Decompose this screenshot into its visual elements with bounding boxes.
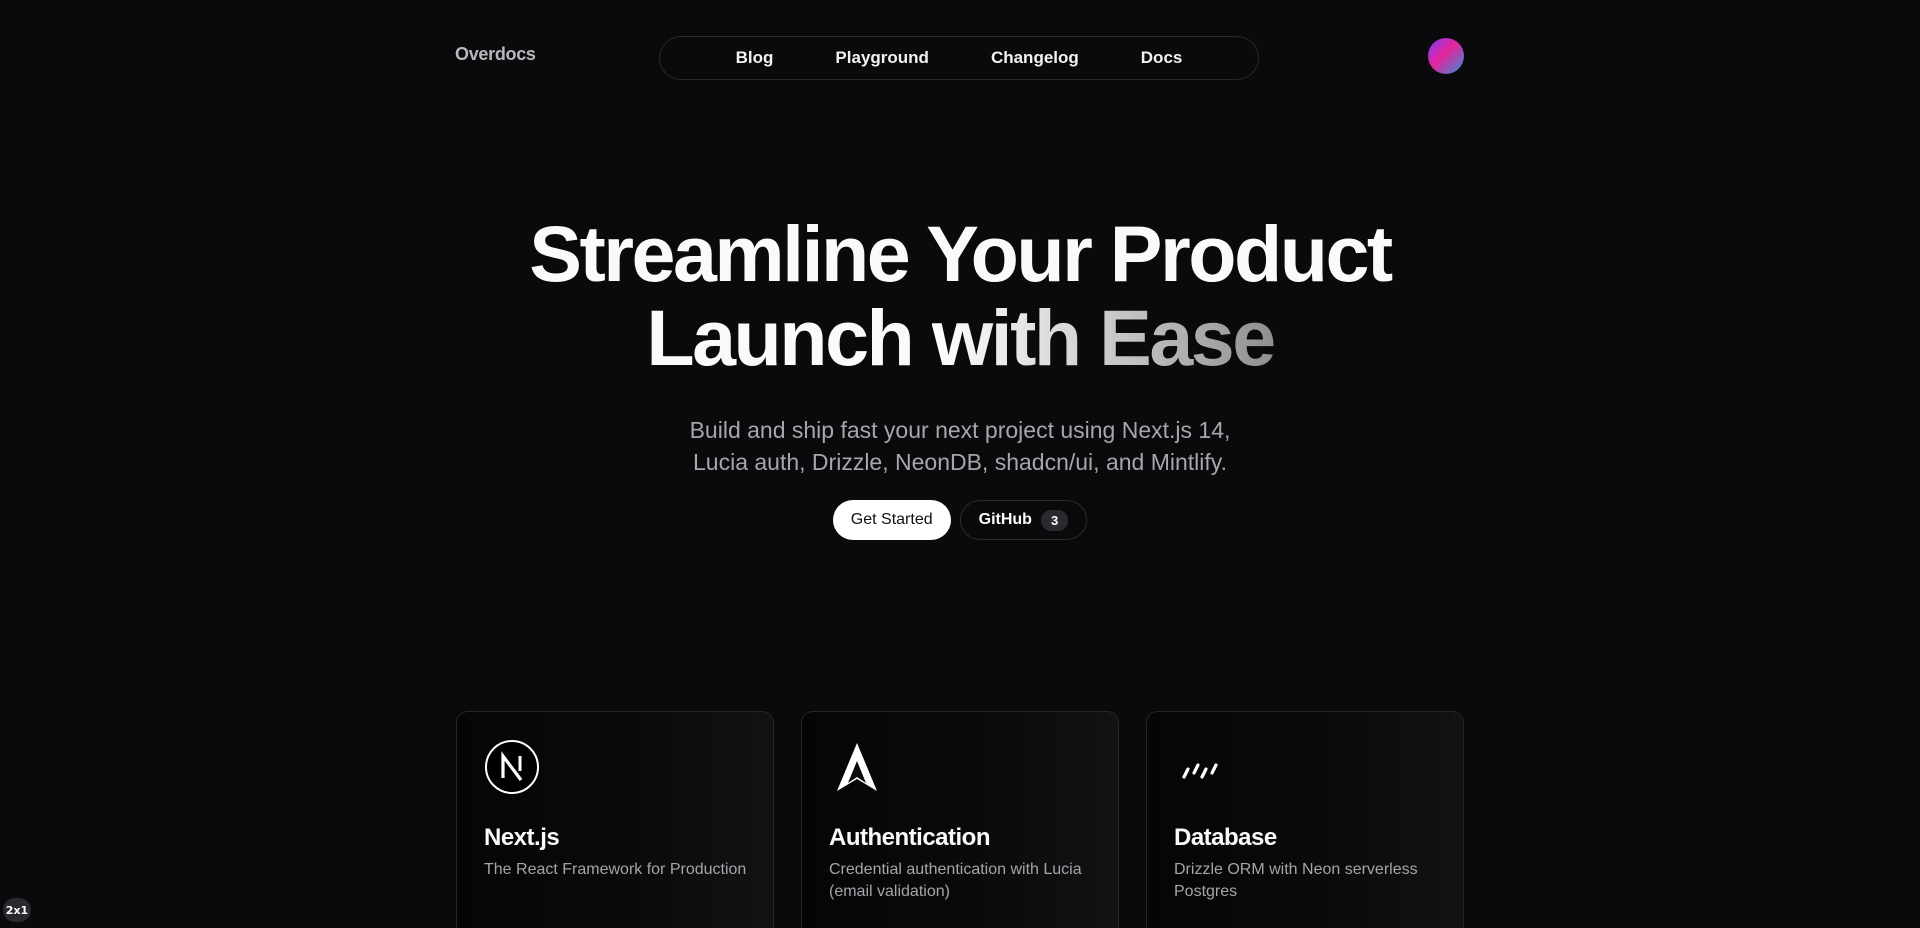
feature-card-nextjs[interactable]: Next.js The React Framework for Producti… bbox=[456, 711, 774, 928]
hero-title-line2: Launch with Ease bbox=[0, 296, 1920, 380]
feature-description: Credential authentication with Lucia (em… bbox=[829, 861, 1082, 900]
github-label: GitHub bbox=[978, 511, 1032, 528]
github-button[interactable]: GitHub 3 bbox=[959, 500, 1088, 540]
feature-title: Authentication bbox=[829, 824, 991, 851]
feature-card-database[interactable]: Database Drizzle ORM with Neon serverles… bbox=[1146, 711, 1464, 928]
drizzle-icon bbox=[1182, 763, 1218, 779]
feature-description: The React Framework for Production bbox=[484, 861, 747, 878]
nav-link-docs[interactable]: Docs bbox=[1110, 48, 1214, 68]
feature-cards: Next.js The React Framework for Producti… bbox=[456, 711, 1464, 928]
main-nav: Blog Playground Changelog Docs bbox=[659, 36, 1259, 80]
user-avatar[interactable] bbox=[1428, 38, 1464, 74]
nav-link-changelog[interactable]: Changelog bbox=[960, 48, 1110, 68]
hero-subtitle-line2: Lucia auth, Drizzle, NeonDB, shadcn/ui, … bbox=[693, 449, 1227, 475]
nextjs-icon bbox=[485, 740, 539, 794]
feature-title: Next.js bbox=[484, 824, 560, 851]
nav-link-blog[interactable]: Blog bbox=[705, 48, 805, 68]
hero-title-gradient: with Ease bbox=[931, 293, 1276, 382]
hero-title-line1: Streamline Your Product bbox=[529, 209, 1393, 298]
lucia-icon bbox=[837, 743, 877, 791]
nav-link-playground[interactable]: Playground bbox=[804, 48, 960, 68]
get-started-button[interactable]: Get Started bbox=[832, 500, 951, 540]
hero-subtitle: Build and ship fast your next project us… bbox=[0, 414, 1920, 478]
logo[interactable]: Overdocs bbox=[455, 44, 536, 65]
landing-page: Overdocs Blog Playground Changelog Docs … bbox=[0, 0, 1920, 928]
corner-badge[interactable]: 2x1 bbox=[3, 898, 31, 922]
github-star-count: 3 bbox=[1040, 509, 1069, 531]
hero-subtitle-line1: Build and ship fast your next project us… bbox=[689, 417, 1231, 443]
feature-title: Database bbox=[1174, 824, 1277, 851]
feature-card-authentication[interactable]: Authentication Credential authentication… bbox=[801, 711, 1119, 928]
feature-description: Drizzle ORM with Neon serverless Postgre… bbox=[1174, 861, 1418, 900]
cta-row: Get Started GitHub 3 bbox=[0, 500, 1920, 540]
hero-title-plain: Launch bbox=[646, 293, 914, 382]
hero-title: Streamline Your Product Launch with Ease bbox=[0, 212, 1920, 380]
